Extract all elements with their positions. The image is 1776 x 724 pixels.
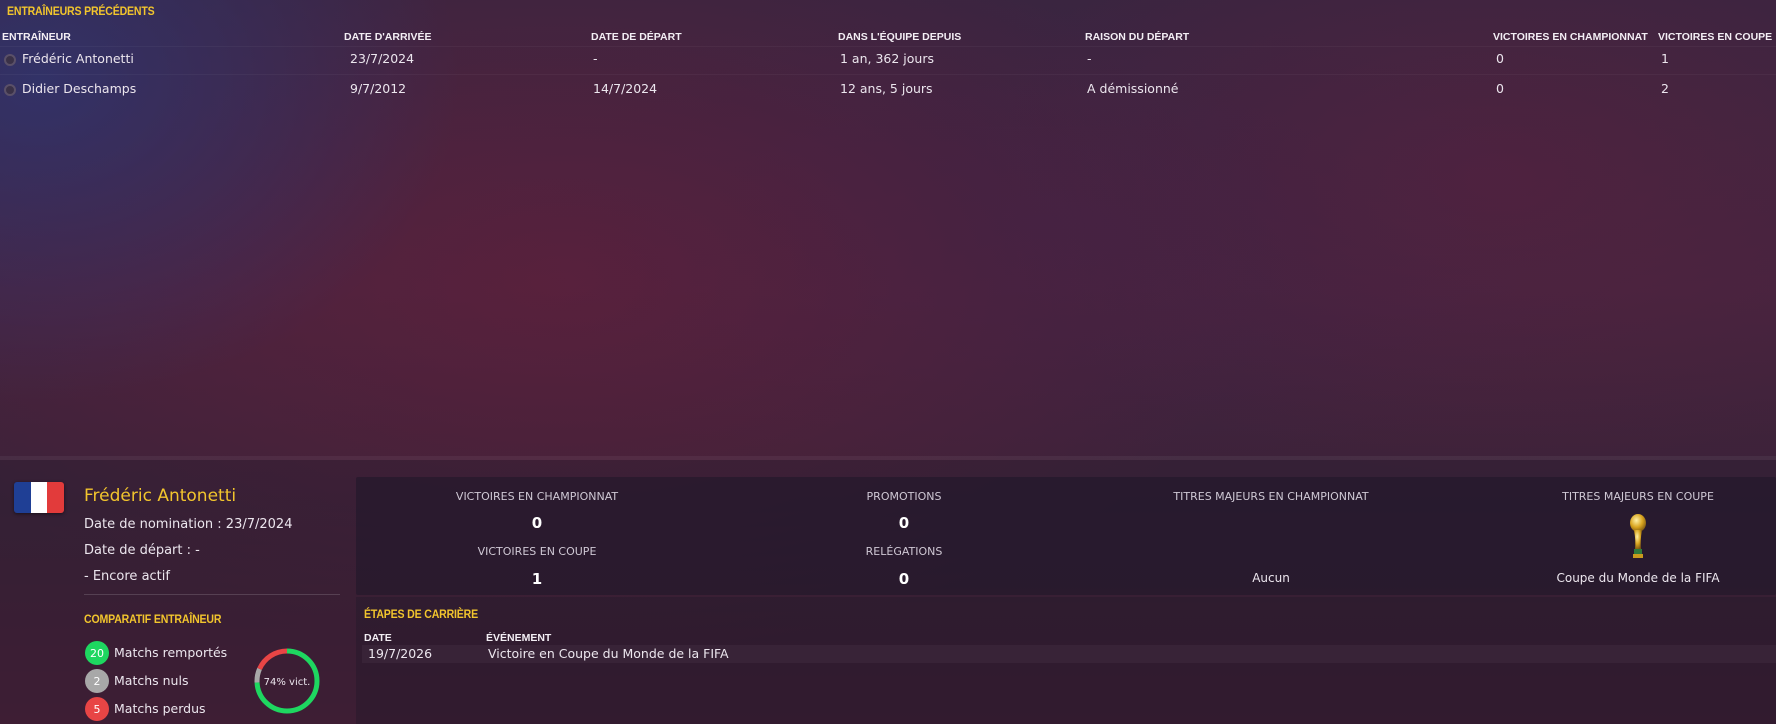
time-in-team: 1 an, 362 jours (840, 51, 934, 66)
active-status: - Encore actif (84, 569, 170, 584)
league-wins: 0 (1496, 81, 1504, 96)
cup-wins-label: Victoires en coupe (477, 545, 597, 558)
column-header-league-wins[interactable]: Victoires en championnat (1493, 31, 1648, 43)
lost-label: Matchs perdus (114, 701, 206, 716)
league-wins-value: 0 (531, 514, 543, 532)
section-title-coach-comparison: Comparatif entraîneur (84, 612, 222, 626)
departure-date: 14/7/2024 (593, 81, 658, 96)
arrival-date: 9/7/2012 (350, 81, 407, 96)
arrival-date: 23/7/2024 (350, 51, 415, 66)
won-count-badge: 20 (85, 641, 109, 665)
column-header-cup-wins[interactable]: Victoires en coupe (1658, 31, 1772, 43)
league-wins: 0 (1496, 51, 1504, 66)
departure-date: Date de départ : - (84, 543, 200, 558)
coach-name-link[interactable]: Didier Deschamps (22, 81, 136, 96)
relegations-label: Relégations (865, 545, 943, 558)
major-cup-title-value: Coupe du Monde de la FIFA (1556, 571, 1720, 585)
column-header-time-in-team[interactable]: Dans l'équipe depuis (838, 31, 961, 43)
world-cup-trophy-icon[interactable] (1628, 513, 1648, 563)
coach-status-icon (4, 54, 16, 66)
coach-name-link[interactable]: Frédéric Antonetti (22, 51, 134, 66)
major-league-titles-label: Titres majeurs en championnat (1173, 490, 1369, 503)
win-rate-label: 74% vict. (264, 677, 311, 688)
france-flag-icon (14, 482, 64, 513)
event-description: Victoire en Coupe du Monde de la FIFA (488, 646, 729, 661)
time-in-team: 12 ans, 5 jours (840, 81, 933, 96)
drawn-count-badge: 2 (85, 669, 109, 693)
column-header-coach[interactable]: Entraîneur (2, 31, 71, 43)
column-header-date[interactable]: Date (364, 632, 392, 644)
column-header-event[interactable]: Événement (486, 632, 551, 644)
major-league-titles-value: Aucun (1252, 571, 1290, 585)
lost-count-badge: 5 (85, 697, 109, 721)
win-rate-donut-chart: 74% vict. (254, 648, 320, 714)
event-date: 19/7/2026 (368, 646, 433, 661)
column-header-departure-reason[interactable]: Raison du départ (1085, 31, 1189, 43)
coach-name[interactable]: Frédéric Antonetti (84, 486, 236, 506)
promotions-value: 0 (898, 514, 910, 532)
coach-status-icon (4, 84, 16, 96)
drawn-label: Matchs nuls (114, 673, 189, 688)
section-title-career-milestones: Étapes de carrière (364, 607, 478, 621)
league-wins-label: Victoires en championnat (455, 490, 619, 503)
separator (84, 594, 340, 595)
won-label: Matchs remportés (114, 645, 228, 660)
departure-date: - (593, 51, 598, 66)
cup-wins: 1 (1661, 51, 1669, 66)
promotions-label: Promotions (866, 490, 942, 503)
column-header-arrival-date[interactable]: Date d'arrivée (344, 31, 431, 43)
section-title-previous-coaches: Entraîneurs précédents (7, 4, 155, 18)
column-header-departure-date[interactable]: Date de départ (591, 31, 682, 43)
nomination-date: Date de nomination : 23/7/2024 (84, 517, 293, 532)
cup-wins: 2 (1661, 81, 1669, 96)
major-cup-titles-label: Titres majeurs en coupe (1562, 490, 1714, 503)
departure-reason: A démissionné (1087, 81, 1179, 96)
departure-reason: - (1087, 51, 1092, 66)
relegations-value: 0 (898, 570, 910, 588)
cup-wins-value: 1 (531, 570, 543, 588)
